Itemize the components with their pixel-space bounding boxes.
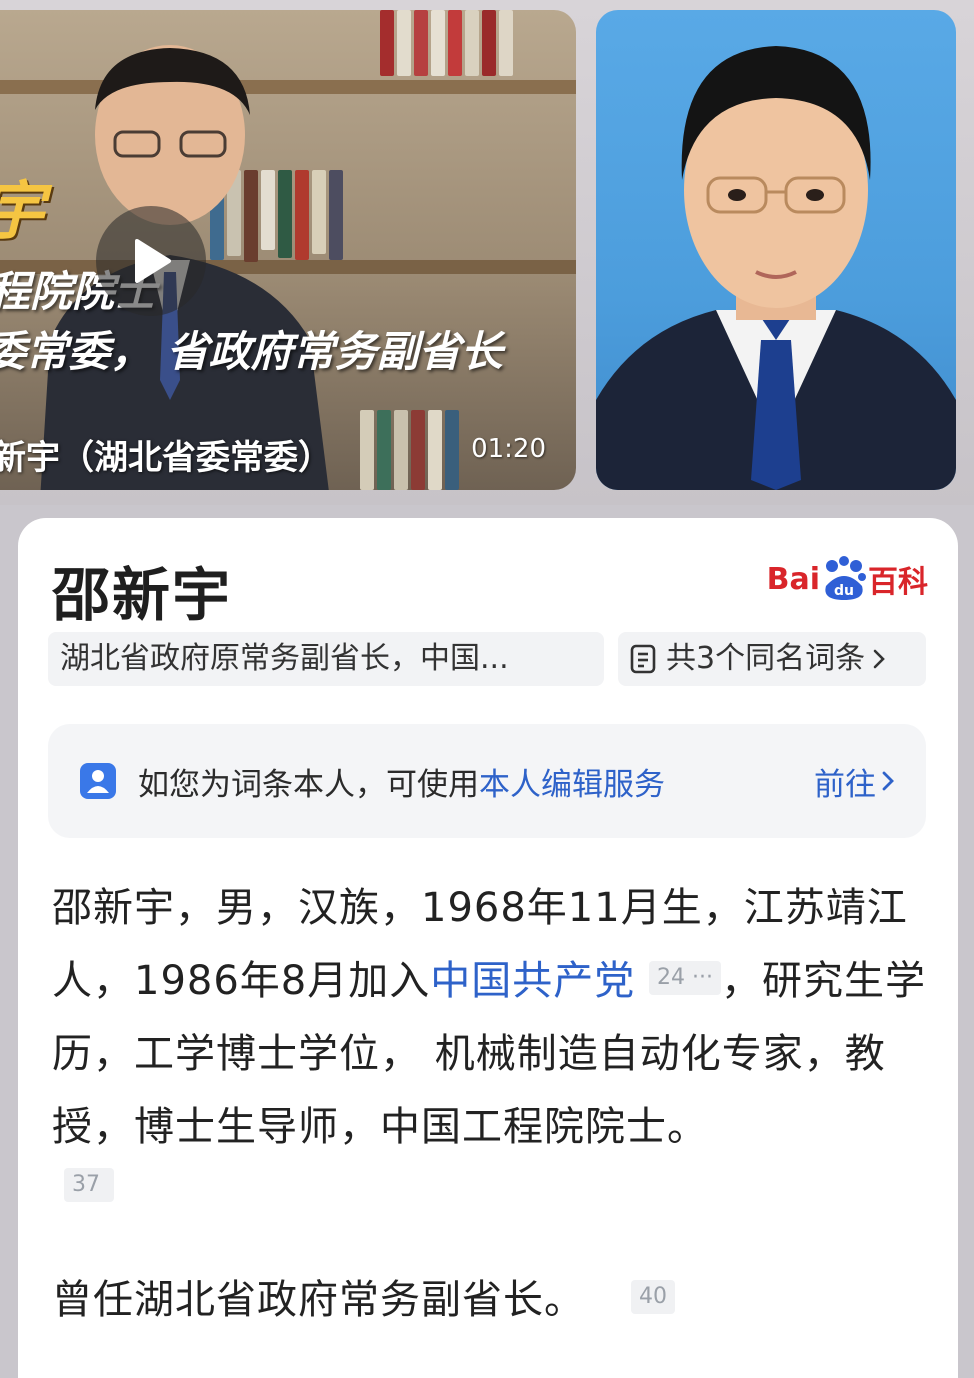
self-edit-service-link[interactable]: 本人编辑服务 — [479, 767, 665, 803]
play-icon — [135, 239, 171, 283]
document-list-icon — [628, 643, 660, 675]
homonym-entries-label: 共3个同名词条 — [666, 641, 866, 676]
citation-ref[interactable]: 37 — [64, 1168, 114, 1202]
cpc-link[interactable]: 中国共产党 — [430, 958, 635, 1004]
person-badge-icon — [80, 763, 116, 799]
homonym-entries-button[interactable]: 共3个同名词条 — [618, 632, 926, 686]
logo-text-du: du — [834, 583, 854, 599]
video-overlay-line: 委常委， 省政府常务副省长 — [0, 327, 503, 376]
entry-summary: 邵新宇，男，汉族，1968年11月生，江苏靖江人，1986年8月加入中国共产党 … — [52, 872, 928, 1202]
chevron-right-icon — [871, 647, 887, 671]
play-button[interactable] — [96, 206, 206, 316]
entry-summary-former-post: 曾任湖北省政府常务副省长。 40 — [52, 1270, 928, 1330]
books — [380, 10, 513, 76]
entry-title: 邵新宇 — [52, 561, 233, 629]
summary-text: 曾任湖北省政府常务副省长。 — [52, 1277, 585, 1323]
citation-ref[interactable]: 24 ··· — [648, 961, 721, 995]
video-duration: 01:20 — [471, 434, 546, 464]
notice-text: 如您为词条本人，可使用本人编辑服务 — [138, 759, 665, 804]
description-chip[interactable]: 湖北省政府原常务副省长，中国... — [48, 632, 604, 686]
video-thumbnail[interactable]: 宇 程院院士 委常委， 省政府常务副省长 新宇（湖北省委常委） 01:20 — [0, 10, 576, 490]
portrait-photo[interactable] — [596, 10, 956, 490]
books — [360, 410, 459, 490]
baidu-baike-logo[interactable]: Bai du 百科 — [767, 556, 928, 602]
tag-row: 湖北省政府原常务副省长，中国... 共3个同名词条 — [48, 632, 926, 686]
notice-go-button[interactable]: 前往 — [814, 759, 900, 804]
self-edit-notice[interactable]: 如您为词条本人，可使用本人编辑服务 前往 — [48, 724, 926, 838]
baike-entry-card: 邵新宇 Bai du 百科 湖北省政府原常务副省长，中国... 共3个同名词条 — [18, 518, 958, 1378]
notice-prefix: 如您为词条本人，可使用 — [138, 766, 479, 803]
video-caption: 新宇（湖北省委常委） — [0, 438, 332, 478]
notice-go-label: 前往 — [814, 766, 876, 803]
chevron-right-icon — [882, 771, 894, 791]
logo-text-baike: 百科 — [868, 565, 928, 600]
video-overlay-name: 宇 — [0, 160, 44, 252]
citation-ref[interactable]: 40 — [631, 1280, 675, 1314]
portrait-figure — [596, 46, 956, 490]
logo-text-bai: Bai — [766, 561, 820, 597]
baidu-paw-icon: du — [825, 556, 866, 600]
media-strip: 宇 程院院士 委常委， 省政府常务副省长 新宇（湖北省委常委） 01:20 — [0, 0, 974, 505]
